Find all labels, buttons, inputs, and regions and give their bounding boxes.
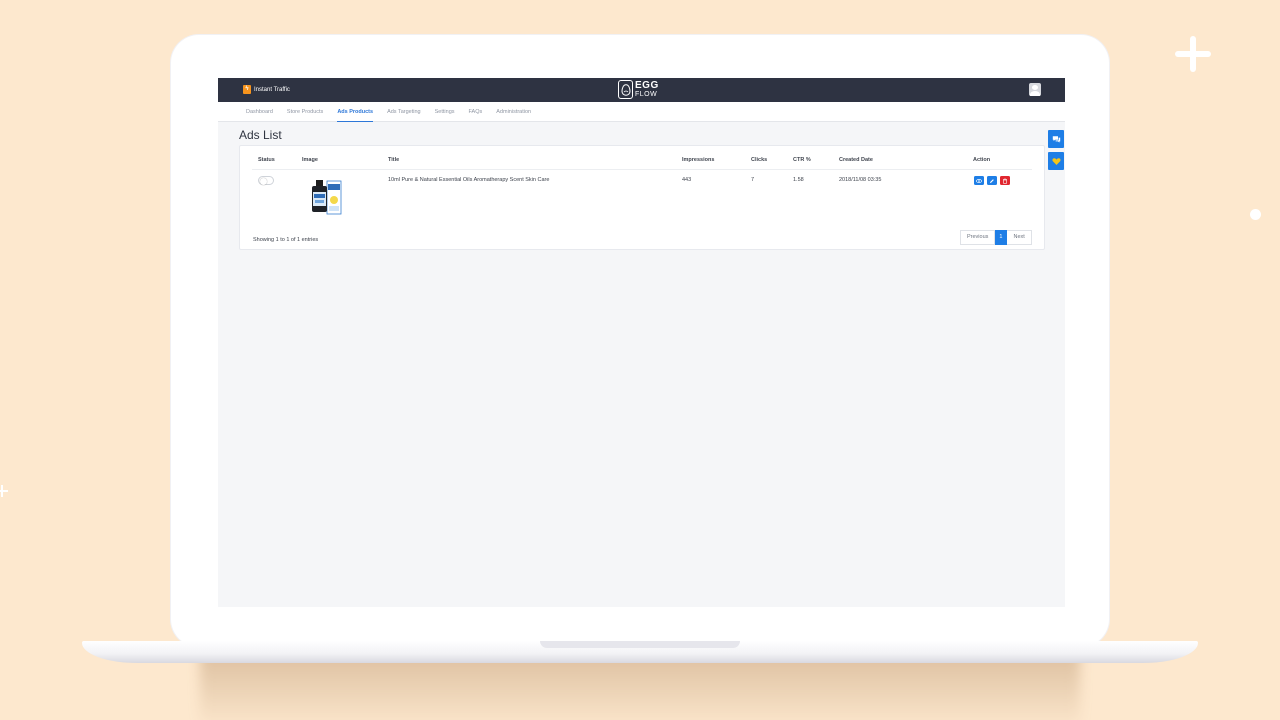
heart-icon [1051,157,1061,165]
chat-widget-button[interactable] [1048,130,1064,148]
avatar[interactable] [1029,83,1041,96]
column-header-impressions[interactable]: Impressions [682,157,714,163]
table-header: Status Image Title Impressions Clicks CT… [252,146,1032,170]
next-page-button[interactable]: Next [1007,230,1032,245]
tab-settings[interactable]: Settings [435,102,455,122]
brand[interactable]: ϟ Instant Traffic [243,85,290,94]
impressions-value: 443 [682,177,692,183]
status-toggle[interactable] [258,176,274,185]
delete-icon [1003,178,1007,184]
presentation-stage: ϟ Instant Traffic EGG FLOW Dashboard Sto… [0,0,1280,720]
column-header-status[interactable]: Status [258,157,275,163]
column-header-clicks[interactable]: Clicks [751,157,767,163]
pagination: Previous 1 Next [960,230,1032,245]
laptop-notch [540,641,740,648]
eggflow-logo: EGG FLOW [618,80,659,99]
column-header-created-date[interactable]: Created Date [839,157,873,163]
tab-ads-targeting[interactable]: Ads Targeting [387,102,421,122]
decorative-plus-icon [1175,36,1211,72]
tab-store-products[interactable]: Store Products [287,102,323,122]
edit-icon [990,178,994,183]
egg-logo-icon [618,80,633,99]
brand-name: Instant Traffic [254,86,290,93]
entries-info: Showing 1 to 1 of 1 entries [253,237,319,243]
logo-text: EGG FLOW [635,80,659,99]
previous-page-button[interactable]: Previous [960,230,996,245]
tab-faqs[interactable]: FAQs [469,102,483,122]
decorative-plus-small-icon [0,485,8,497]
tab-dashboard[interactable]: Dashboard [246,102,273,122]
edit-button[interactable] [987,176,997,185]
top-bar: ϟ Instant Traffic EGG FLOW [218,78,1065,102]
logo-line-2: FLOW [635,91,658,98]
view-button[interactable] [974,176,984,185]
ctr-value: 1.58 [793,177,804,183]
delete-button[interactable] [1000,176,1010,185]
tab-administration[interactable]: Administration [496,102,531,122]
column-header-action: Action [973,157,991,163]
ads-table-card: Status Image Title Impressions Clicks CT… [239,145,1045,250]
clicks-value: 7 [751,177,755,183]
view-icon [976,178,982,183]
app-screen: ϟ Instant Traffic EGG FLOW Dashboard Sto… [218,78,1065,607]
table-row: 10ml Pure & Natural Essential Oils Aroma… [252,170,1032,224]
page-title: Ads List [239,128,282,142]
favorite-widget-button[interactable] [1048,152,1064,170]
column-header-image[interactable]: Image [302,157,318,163]
ad-title: 10ml Pure & Natural Essential Oils Aroma… [388,177,550,183]
main-nav: Dashboard Store Products Ads Products Ad… [218,102,1065,122]
created-date-value: 2018/11/08 03:35 [839,177,882,183]
tab-ads-products[interactable]: Ads Products [337,102,374,122]
column-header-ctr[interactable]: CTR % [793,157,811,163]
logo-line-1: EGG [635,80,659,91]
decorative-dot [1250,209,1261,220]
page-1-button[interactable]: 1 [995,230,1008,245]
chat-icon [1052,135,1060,143]
column-header-title[interactable]: Title [388,157,399,163]
lightning-badge-icon: ϟ [243,85,251,94]
essential-oil-bottle-image [307,178,343,216]
